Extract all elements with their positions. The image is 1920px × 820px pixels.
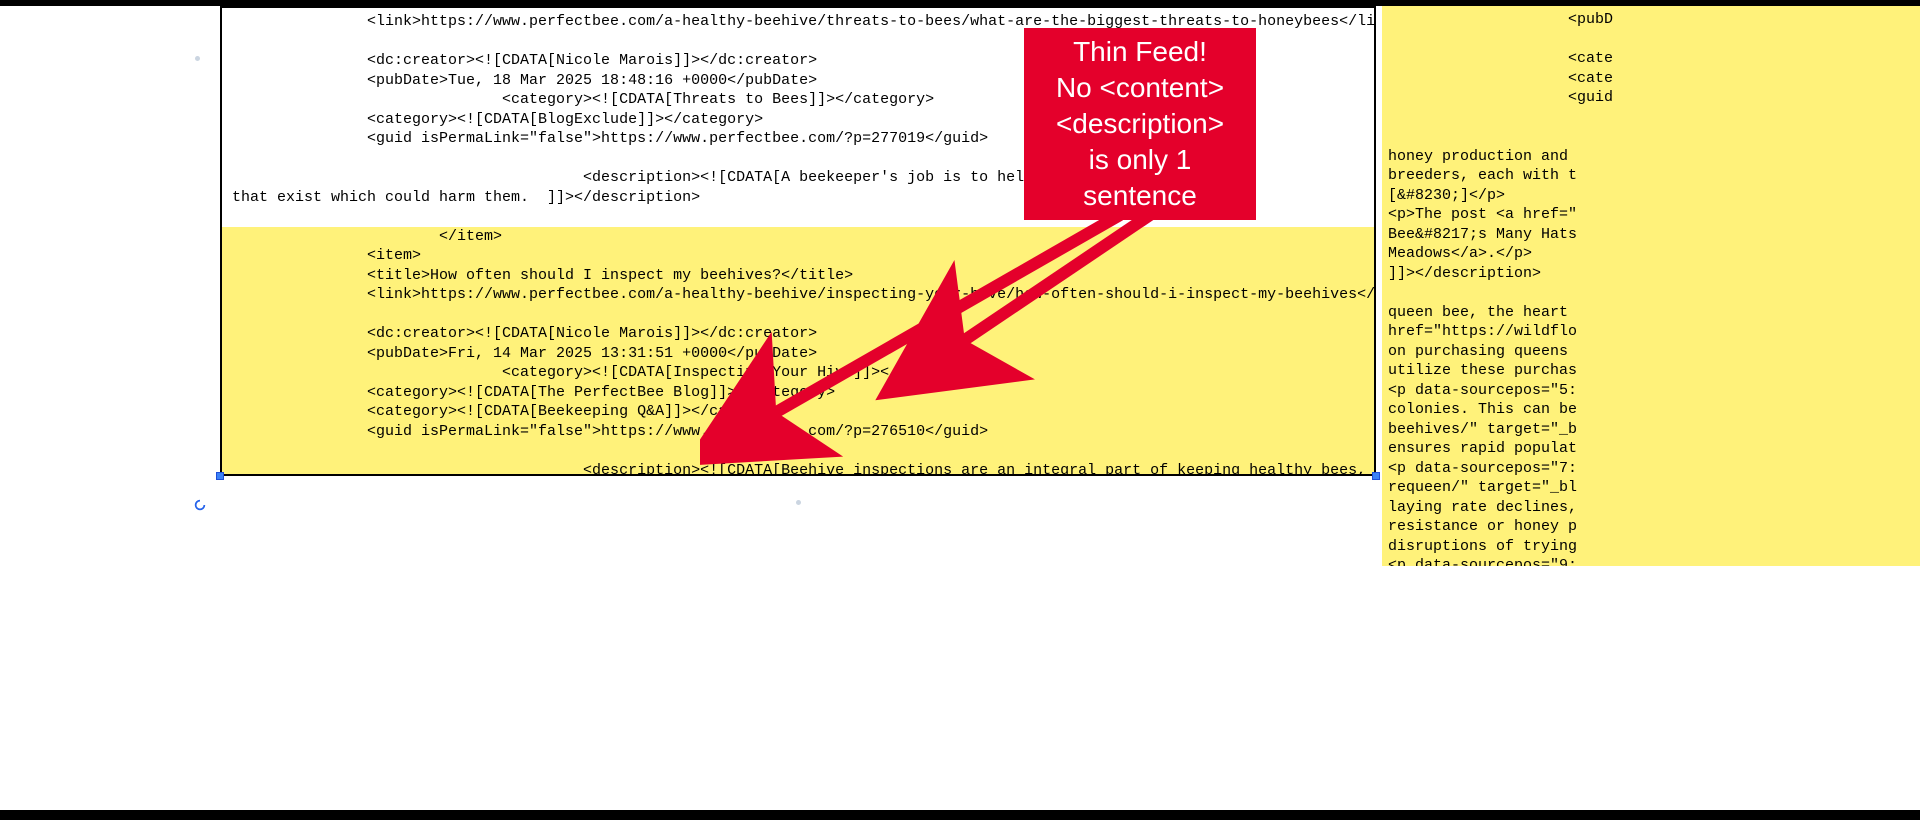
alignment-dot	[195, 56, 200, 61]
xml-code-highlight: </item> <item> <title>How often should I…	[232, 227, 1364, 477]
selection-handle-bottom-left[interactable]	[216, 472, 224, 480]
rich-feed-code-panel[interactable]: <pubD <cate <cate <guid honey production…	[1382, 6, 1920, 566]
code-highlight-region: </item> <item> <title>How often should I…	[222, 227, 1374, 477]
callout-line: No <content>	[1024, 70, 1256, 106]
callout-line: is only 1	[1024, 142, 1256, 178]
editor-canvas: <link>https://www.perfectbee.com/a-healt…	[0, 0, 1920, 820]
thin-feed-callout[interactable]: Thin Feed! No <content> <description> is…	[1024, 28, 1256, 220]
alignment-dot	[796, 500, 801, 505]
xml-code-right: <pubD <cate <cate <guid honey production…	[1388, 10, 1914, 566]
callout-line: Thin Feed!	[1024, 34, 1256, 70]
callout-line: <description>	[1024, 106, 1256, 142]
rotation-handle[interactable]	[193, 498, 207, 512]
callout-line: sentence	[1024, 178, 1256, 214]
selection-handle-bottom-right[interactable]	[1372, 472, 1380, 480]
